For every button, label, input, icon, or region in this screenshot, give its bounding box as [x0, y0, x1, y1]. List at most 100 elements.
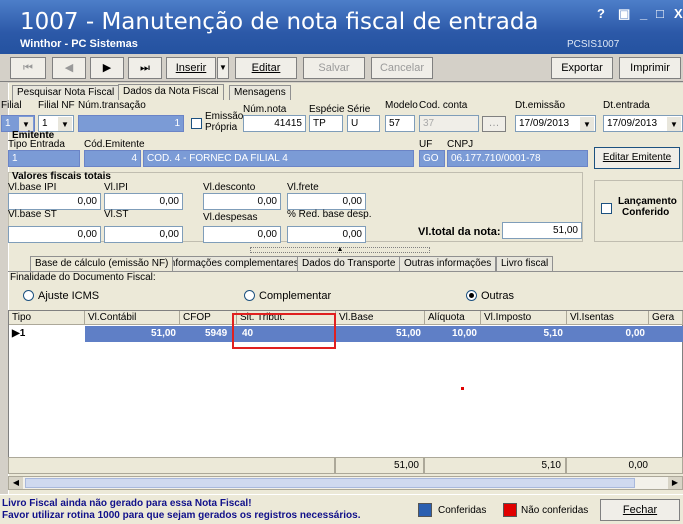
- red-base-field[interactable]: 0,00: [287, 226, 366, 243]
- first-record-button[interactable]: ⏮: [10, 57, 46, 79]
- grid-cell-base[interactable]: 51,00: [336, 326, 425, 342]
- desconto-label: Vl.desconto: [203, 182, 256, 193]
- grid-cell-aliquota[interactable]: 10,00: [425, 326, 481, 342]
- tab-search[interactable]: Pesquisar Nota Fiscal: [12, 85, 120, 100]
- edit-emitente-button[interactable]: Editar Emitente: [594, 147, 680, 169]
- print-button[interactable]: Imprimir: [619, 57, 681, 79]
- panel-icon[interactable]: ▣: [618, 6, 630, 22]
- grid-cell-isentas[interactable]: 0,00: [567, 326, 649, 342]
- transacao-field[interactable]: 1: [78, 115, 184, 132]
- column-header-contabil[interactable]: Vl.Contábil: [85, 311, 180, 325]
- uf-label: UF: [419, 139, 433, 150]
- lancamento-conferido-checkbox[interactable]: [601, 203, 612, 214]
- outras-radio[interactable]: [466, 290, 477, 301]
- cod-conta-search-button[interactable]: …: [482, 116, 506, 132]
- tab-livro-fiscal[interactable]: Livro fiscal: [496, 256, 554, 271]
- highlight-box: [232, 313, 336, 349]
- base-ipi-label: Vl.base IPI: [8, 182, 57, 193]
- scroll-thumb[interactable]: [25, 478, 635, 488]
- modelo-field[interactable]: 57: [385, 115, 415, 132]
- footer-spacer: [8, 457, 335, 474]
- red-base-label: % Red. base desp.: [287, 209, 372, 220]
- tax-grid: Tipo Vl.Contábil CFOP Sit. Tribut. Vl.Ba…: [8, 310, 683, 460]
- st-label: Vl.ST: [104, 209, 129, 220]
- insert-button[interactable]: Inserir: [166, 57, 216, 79]
- despesas-field[interactable]: 0,00: [203, 226, 281, 243]
- previous-record-button[interactable]: ◀: [52, 57, 86, 79]
- export-button[interactable]: Exportar: [551, 57, 613, 79]
- edit-button[interactable]: Editar: [235, 57, 297, 79]
- especie-label: Espécie: [309, 104, 345, 115]
- column-header-base[interactable]: Vl.Base: [336, 311, 425, 325]
- dt-emissao-field[interactable]: 17/09/2013 ▼: [515, 115, 596, 132]
- scroll-left-icon[interactable]: ◀: [9, 477, 23, 489]
- grid-cell-cfop[interactable]: 5949: [180, 326, 237, 342]
- frete-field[interactable]: 0,00: [287, 193, 366, 210]
- maximize-icon[interactable]: □: [656, 6, 664, 21]
- next-record-button[interactable]: ▶: [90, 57, 124, 79]
- grid-cell-gera[interactable]: [649, 326, 683, 342]
- insert-dropdown-icon[interactable]: ▼: [217, 57, 229, 79]
- column-header-aliquota[interactable]: Alíquota: [425, 311, 481, 325]
- last-record-button[interactable]: ⏭: [128, 57, 162, 79]
- filial-nf-label: Filial NF: [38, 100, 75, 111]
- grid-cell-imposto[interactable]: 5,10: [481, 326, 567, 342]
- window-title: 1007 - Manutenção de nota fiscal de entr…: [20, 9, 539, 35]
- minimize-icon[interactable]: _: [640, 6, 647, 21]
- conferido-label: Conferido: [622, 207, 670, 218]
- conferidas-legend-label: Conferidas: [438, 505, 487, 516]
- cancel-button[interactable]: Cancelar: [371, 57, 433, 79]
- base-ipi-field[interactable]: 0,00: [8, 193, 101, 210]
- column-header-gera[interactable]: Gera: [649, 311, 683, 325]
- ajuste-icms-radio[interactable]: [23, 290, 34, 301]
- especie-field[interactable]: TP: [309, 115, 343, 132]
- valores-section-title: Valores fiscais totais: [12, 171, 111, 182]
- ipi-field[interactable]: 0,00: [104, 193, 183, 210]
- num-nota-label: Núm.nota: [243, 104, 287, 115]
- serie-field[interactable]: U: [347, 115, 380, 132]
- tab-base-calculo[interactable]: Base de cálculo (emissão NF): [30, 256, 174, 271]
- cod-conta-label: Cod. conta: [419, 100, 468, 111]
- column-header-cfop[interactable]: CFOP: [180, 311, 237, 325]
- footer-base-total: 51,00: [335, 457, 424, 474]
- tab-info-complementares[interactable]: Informações complementares: [162, 256, 304, 271]
- column-header-tipo[interactable]: Tipo: [9, 311, 85, 325]
- uf-field[interactable]: GO: [419, 150, 445, 167]
- cnpj-label: CNPJ: [447, 139, 474, 150]
- emitente-name-field[interactable]: COD. 4 - FORNEC DA FILIAL 4: [143, 150, 414, 167]
- desconto-field[interactable]: 0,00: [203, 193, 281, 210]
- save-button[interactable]: Salvar: [303, 57, 365, 79]
- base-st-field[interactable]: 0,00: [8, 226, 101, 243]
- tab-data[interactable]: Dados da Nota Fiscal: [118, 84, 224, 100]
- splitter-handle[interactable]: ▲: [250, 246, 430, 253]
- tab-dados-transporte[interactable]: Dados do Transporte: [297, 256, 401, 271]
- close-button[interactable]: Fechar: [600, 499, 680, 521]
- total-field[interactable]: 51,00: [502, 222, 582, 239]
- complementar-radio[interactable]: [244, 290, 255, 301]
- column-header-imposto[interactable]: Vl.Imposto: [481, 311, 567, 325]
- scroll-right-icon[interactable]: ▶: [668, 477, 682, 489]
- conferidas-legend-swatch: [418, 503, 432, 517]
- cnpj-field[interactable]: 06.177.710/0001-78: [447, 150, 588, 167]
- tab-messages[interactable]: Mensagens: [229, 85, 291, 100]
- footer-isentas-total: 0,00: [566, 457, 683, 474]
- ajuste-icms-label: Ajuste ICMS: [38, 290, 100, 302]
- close-icon[interactable]: X: [674, 6, 683, 21]
- tipo-entrada-field[interactable]: 1: [8, 150, 80, 167]
- cod-conta-field[interactable]: 37: [419, 115, 479, 132]
- finalidade-label: Finalidade do Documento Fiscal:: [10, 272, 156, 283]
- num-nota-field[interactable]: 41415: [243, 115, 306, 132]
- complementar-label: Complementar: [259, 290, 332, 302]
- help-icon[interactable]: ?: [597, 6, 605, 21]
- column-header-isentas[interactable]: Vl.Isentas: [567, 311, 649, 325]
- st-field[interactable]: 0,00: [104, 226, 183, 243]
- cod-emitente-field[interactable]: 4: [84, 150, 141, 167]
- grid-cell-contabil[interactable]: 51,00: [85, 326, 180, 342]
- dt-entrada-field[interactable]: 17/09/2013 ▼: [603, 115, 683, 132]
- grid-cell-tipo[interactable]: ▶1: [9, 326, 85, 342]
- filial-label: Filial: [1, 100, 22, 111]
- propria-label: Própria: [205, 122, 238, 133]
- horizontal-scrollbar[interactable]: ◀ ▶: [8, 476, 683, 490]
- emissao-propria-checkbox[interactable]: [191, 118, 202, 129]
- tab-outras-informacoes[interactable]: Outras informações: [399, 256, 497, 271]
